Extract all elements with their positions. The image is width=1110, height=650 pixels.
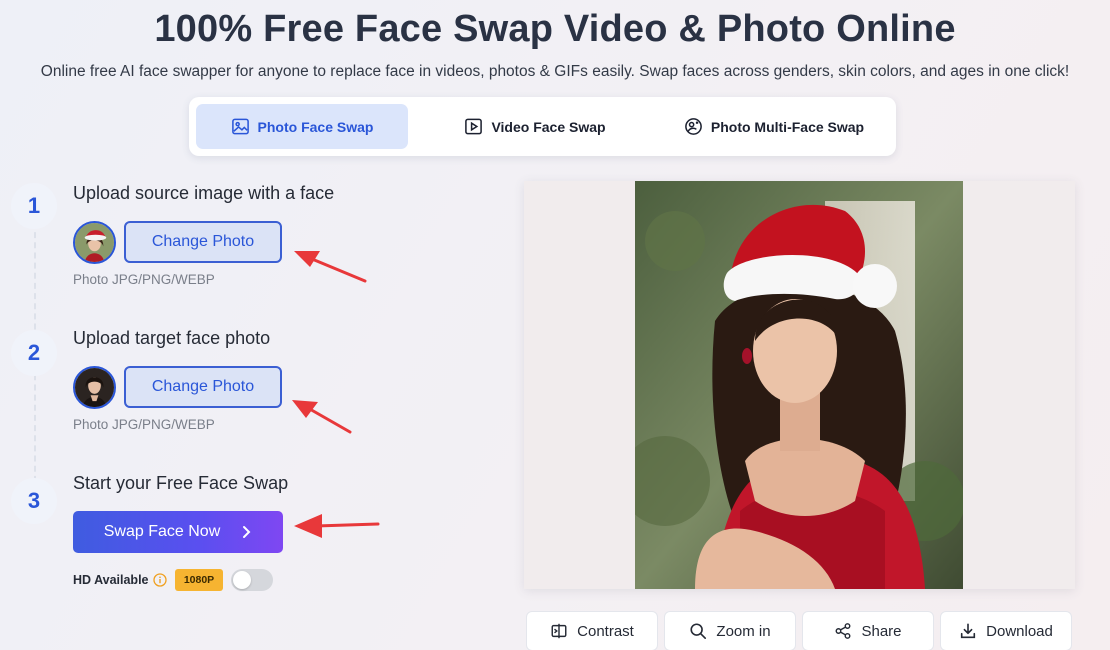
step-number-3: 3 <box>11 478 57 524</box>
tab-label: Photo Multi-Face Swap <box>710 118 865 135</box>
tab-video-face-swap[interactable]: Video Face Swap <box>429 104 641 149</box>
target-format-hint: Photo JPG/PNG/WEBP <box>73 417 215 432</box>
download-icon <box>961 623 976 639</box>
step-number-2: 2 <box>11 330 57 376</box>
contrast-button[interactable]: Contrast <box>526 611 658 650</box>
target-photo-thumbnail <box>73 366 116 409</box>
tab-label: Video Face Swap <box>491 118 606 135</box>
play-icon <box>465 118 483 135</box>
page-title: 100% Free Face Swap Video & Photo Online <box>154 8 956 50</box>
zoom-in-button[interactable]: Zoom in <box>664 611 796 650</box>
chevron-right-icon <box>243 526 251 538</box>
share-label: Share <box>861 622 902 640</box>
contrast-icon <box>551 623 567 639</box>
download-button[interactable]: Download <box>940 611 1072 650</box>
change-source-photo-button[interactable]: Change Photo <box>124 221 282 263</box>
swap-face-now-button[interactable]: Swap Face Now <box>73 511 283 553</box>
contrast-label: Contrast <box>577 622 634 640</box>
hd-toggle[interactable] <box>231 569 273 591</box>
info-icon[interactable] <box>153 573 167 587</box>
source-photo-thumbnail <box>73 221 116 264</box>
step-title-1: Upload source image with a face <box>73 183 335 203</box>
swap-face-now-label: Swap Face Now <box>103 523 221 540</box>
download-label: Download <box>986 622 1053 640</box>
page-subtitle: Online free AI face swapper for anyone t… <box>40 63 1070 80</box>
arrow-annotation-2 <box>292 400 352 434</box>
source-format-hint: Photo JPG/PNG/WEBP <box>73 272 215 287</box>
hd-available-label: HD Available <box>73 573 149 587</box>
tab-label: Photo Face Swap <box>257 118 374 135</box>
change-target-photo-button[interactable]: Change Photo <box>124 366 282 408</box>
tab-photo-multi-face-swap[interactable]: Photo Multi-Face Swap <box>661 104 887 149</box>
preview-photo <box>635 181 963 589</box>
zoom-icon <box>690 623 707 640</box>
step-title-3: Start your Free Face Swap <box>73 473 289 493</box>
image-icon <box>231 118 249 135</box>
arrow-annotation-1 <box>294 251 367 283</box>
step-title-2: Upload target face photo <box>73 328 271 348</box>
toggle-knob <box>233 571 251 589</box>
result-preview <box>524 181 1075 589</box>
tab-photo-face-swap[interactable]: Photo Face Swap <box>196 104 408 149</box>
arrow-annotation-3 <box>294 514 380 538</box>
resolution-badge: 1080P <box>175 569 223 591</box>
step-number-1: 1 <box>11 183 57 229</box>
mode-tabs: Photo Face Swap Video Face Swap Photo Mu… <box>189 97 896 156</box>
share-icon <box>836 623 851 639</box>
share-button[interactable]: Share <box>802 611 934 650</box>
multi-face-icon <box>685 118 702 135</box>
zoom-in-label: Zoom in <box>716 622 771 640</box>
